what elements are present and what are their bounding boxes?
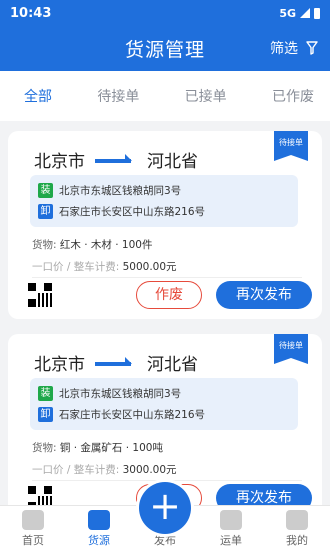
unload-tag: 卸 [38,204,53,219]
nav-profile[interactable]: 我的 [267,506,327,550]
price-info: 一口价 / 整车计费: 5000.00元 [32,259,177,274]
load-tag: 装 [38,183,53,198]
nav-cargo-label: 货源 [88,534,110,547]
home-icon [22,510,44,530]
nav-cargo[interactable]: 货源 [69,506,129,550]
status-icons: 5G [279,7,320,20]
load-address-row: 装 北京市东城区钱粮胡同3号 [38,383,298,404]
top-app-bar: 10:43 5G 货源管理 筛选 [0,0,330,71]
filter-label: 筛选 [270,41,298,57]
unload-address-row: 卸 石家庄市长安区中山东路216号 [38,201,298,222]
route-arrow-icon [95,153,132,163]
load-address-row: 装 北京市东城区钱粮胡同3号 [38,180,298,201]
unload-tag: 卸 [38,407,53,422]
status-time: 10:43 [10,5,52,21]
route-origin: 北京市 [34,152,85,172]
nav-home[interactable]: 首页 [3,506,63,550]
route-destination: 河北省 [147,355,198,375]
cargo-card[interactable]: 待接单 北京市 河北省 装 北京市东城区钱粮胡同3号 卸 石家庄市长安区中山东路… [8,334,322,505]
cargo-value: 铜 · 金属矿石 · 100吨 [59,442,163,454]
filter-button[interactable]: 筛选 [270,38,318,58]
repost-button[interactable]: 再次发布 [216,281,312,309]
divider [32,277,302,278]
cargo-info: 货物: 红木 · 木材 · 100件 [32,237,152,252]
route-destination: 河北省 [147,152,198,172]
tab-all[interactable]: 全部 [24,86,52,106]
cargo-info: 货物: 铜 · 金属矿石 · 100吨 [32,440,163,455]
route-origin: 北京市 [34,355,85,375]
funnel-icon [306,41,318,55]
status-tabs: 全部 待接单 已接单 已作废 [0,71,330,121]
unload-address-row: 卸 石家庄市长安区中山东路216号 [38,404,298,425]
price-value: 5000.00元 [122,261,177,273]
price-value: 3000.00元 [122,464,177,476]
qr-code-icon[interactable] [28,283,52,307]
network-label: 5G [279,6,296,20]
address-box: 装 北京市东城区钱粮胡同3号 卸 石家庄市长安区中山东路216号 [30,378,298,430]
status-badge: 待接单 [274,334,308,364]
void-button[interactable]: 作废 [136,281,202,309]
route: 北京市 河北省 [34,147,198,172]
nav-waybill[interactable]: 运单 [201,506,261,550]
nav-waybill-label: 运单 [220,534,242,547]
cargo-label: 货物: [32,239,57,251]
cargo-list[interactable]: 待接单 北京市 河北省 装 北京市东城区钱粮胡同3号 卸 石家庄市长安区中山东路… [0,121,330,505]
status-bar: 10:43 5G [0,0,330,26]
tab-accepted[interactable]: 已接单 [185,86,227,106]
qr-code-icon[interactable] [28,486,52,505]
divider [32,480,302,481]
waybill-icon [220,510,242,530]
publish-fab-plus-icon[interactable]: + [139,482,191,534]
page-title: 货源管理 [124,39,205,61]
route: 北京市 河北省 [34,350,198,375]
nav-bar: 货源管理 筛选 [0,26,330,71]
cargo-card[interactable]: 待接单 北京市 河北省 装 北京市东城区钱粮胡同3号 卸 石家庄市长安区中山东路… [8,131,322,319]
unload-address: 石家庄市长安区中山东路216号 [59,206,206,218]
repost-button[interactable]: 再次发布 [216,484,312,505]
address-box: 装 北京市东城区钱粮胡同3号 卸 石家庄市长安区中山东路216号 [30,175,298,227]
route-arrow-icon [95,356,132,366]
profile-icon [286,510,308,530]
signal-icon [300,8,310,18]
unload-address: 石家庄市长安区中山东路216号 [59,409,206,421]
tab-voided[interactable]: 已作废 [272,86,314,106]
price-label: 一口价 / 整车计费: [32,464,120,476]
nav-profile-label: 我的 [286,534,308,547]
nav-publish-label: 发布 [154,534,176,547]
status-badge: 待接单 [274,131,308,161]
load-address: 北京市东城区钱粮胡同3号 [59,388,182,400]
nav-home-label: 首页 [22,534,44,547]
load-tag: 装 [38,386,53,401]
price-info: 一口价 / 整车计费: 3000.00元 [32,462,177,477]
cargo-value: 红木 · 木材 · 100件 [59,239,153,251]
cargo-icon [88,510,110,530]
tab-pending[interactable]: 待接单 [97,86,139,106]
load-address: 北京市东城区钱粮胡同3号 [59,185,182,197]
cargo-label: 货物: [32,442,57,454]
price-label: 一口价 / 整车计费: [32,261,120,273]
battery-icon [314,7,320,19]
